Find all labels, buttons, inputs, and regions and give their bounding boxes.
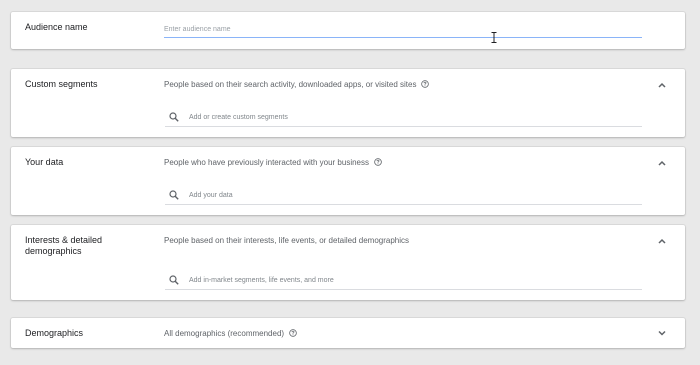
chevron-up-icon[interactable] bbox=[657, 237, 667, 245]
interests-label: Interests & detailed demographics bbox=[25, 235, 103, 256]
text-cursor-icon bbox=[491, 32, 497, 43]
your-data-search-placeholder: Add your data bbox=[189, 192, 233, 199]
custom-segments-card: Custom segments People based on their se… bbox=[11, 69, 685, 137]
search-icon bbox=[169, 190, 179, 200]
help-circle-icon[interactable] bbox=[289, 329, 297, 337]
help-circle-icon[interactable] bbox=[421, 80, 430, 88]
demographics-description-text: All demographics (recommended) bbox=[164, 329, 285, 338]
your-data-description-text: People who have previously interacted wi… bbox=[164, 158, 370, 167]
interests-card: Interests & detailed demographics People… bbox=[11, 225, 685, 300]
interests-description: People based on their interests, life ev… bbox=[164, 235, 409, 246]
demographics-card[interactable]: Demographics All demographics (recommend… bbox=[11, 318, 685, 348]
your-data-description: People who have previously interacted wi… bbox=[164, 157, 382, 168]
your-data-search[interactable]: Add your data bbox=[165, 187, 642, 205]
custom-segments-search-placeholder: Add or create custom segments bbox=[189, 114, 288, 121]
custom-segments-search[interactable]: Add or create custom segments bbox=[165, 109, 642, 127]
audience-name-label: Audience name bbox=[25, 22, 88, 32]
chevron-down-icon[interactable] bbox=[657, 329, 667, 337]
audience-name-input[interactable]: Enter audience name bbox=[164, 20, 642, 38]
custom-segments-label: Custom segments bbox=[25, 79, 98, 89]
demographics-description: All demographics (recommended) bbox=[164, 328, 297, 339]
custom-segments-description: People based on their search activity, d… bbox=[164, 79, 430, 90]
demographics-label: Demographics bbox=[25, 328, 84, 338]
audience-name-card: Audience name Enter audience name bbox=[11, 12, 685, 49]
audience-name-placeholder: Enter audience name bbox=[164, 26, 231, 33]
your-data-card: Your data People who have previously int… bbox=[11, 147, 685, 215]
chevron-up-icon[interactable] bbox=[657, 81, 667, 89]
your-data-label: Your data bbox=[25, 157, 64, 167]
custom-segments-description-text: People based on their search activity, d… bbox=[164, 80, 417, 89]
help-circle-icon[interactable] bbox=[374, 158, 382, 166]
interests-description-text: People based on their interests, life ev… bbox=[164, 236, 410, 245]
interests-search-placeholder: Add in-market segments, life events, and… bbox=[189, 277, 334, 284]
chevron-up-icon[interactable] bbox=[657, 159, 667, 167]
search-icon bbox=[169, 112, 179, 122]
interests-search[interactable]: Add in-market segments, life events, and… bbox=[165, 272, 642, 290]
search-icon bbox=[169, 275, 179, 285]
